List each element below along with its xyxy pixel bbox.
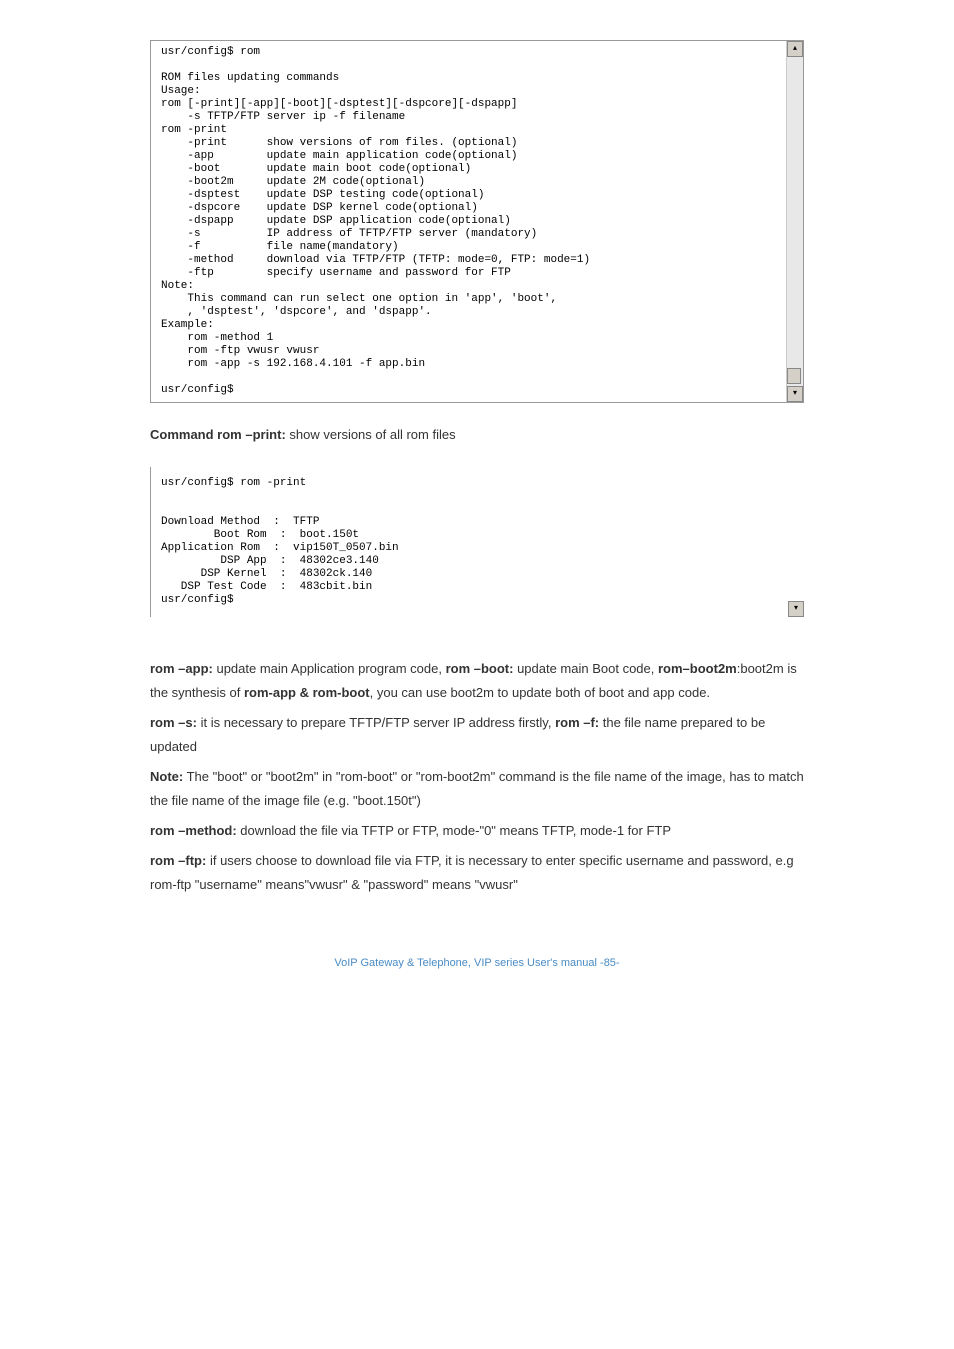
instructions-block: rom –app: update main Application progra…	[150, 657, 804, 897]
instruction-line-2: rom –s: it is necessary to prepare TFTP/…	[150, 711, 804, 759]
terminal-output-2: usr/config$ rom -print Download Method :…	[151, 467, 804, 617]
page-footer: VoIP Gateway & Telephone, VIP series Use…	[0, 957, 954, 989]
instruction-note: Note: The "boot" or "boot2m" in "rom-boo…	[150, 765, 804, 813]
section-rom-print: Command rom –print: show versions of all…	[150, 423, 804, 447]
rom-print-desc: show versions of all rom files	[289, 427, 455, 442]
scroll-thumb[interactable]	[787, 368, 801, 384]
scrollbar-2[interactable]: ▾	[788, 467, 804, 617]
scroll-up-icon[interactable]: ▴	[787, 41, 803, 57]
instruction-line-4: rom –method: download the file via TFTP …	[150, 819, 804, 843]
scroll-down-icon[interactable]: ▾	[787, 386, 803, 402]
terminal-window-1: usr/config$ rom ROM files updating comma…	[150, 40, 804, 403]
rom-print-label: Command rom –print:	[150, 427, 286, 442]
terminal-window-2: usr/config$ rom -print Download Method :…	[150, 467, 804, 617]
scrollbar-1[interactable]: ▴ ▾	[786, 41, 803, 402]
instruction-line-1: rom –app: update main Application progra…	[150, 657, 804, 705]
instruction-line-5: rom –ftp: if users choose to download fi…	[150, 849, 804, 897]
terminal-output-1: usr/config$ rom ROM files updating comma…	[151, 41, 803, 402]
scroll-down-icon-2[interactable]: ▾	[788, 601, 804, 617]
